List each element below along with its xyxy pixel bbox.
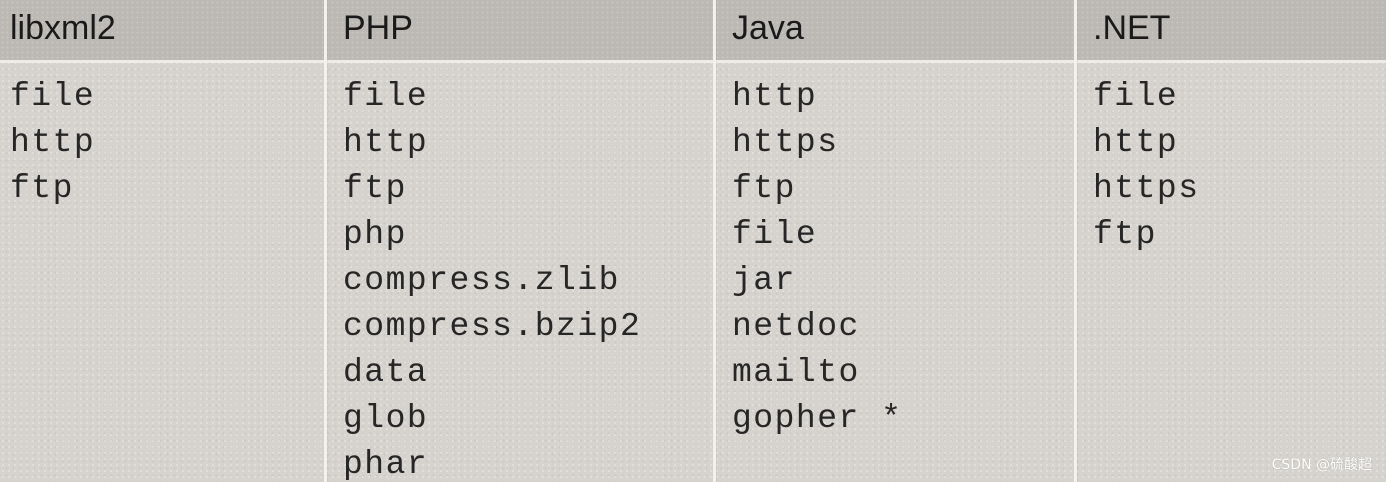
column-java: Java http https ftp file jar netdoc mail…: [715, 0, 1076, 482]
list-item: file: [10, 78, 96, 115]
column-header: PHP: [343, 9, 413, 47]
column-divider: [324, 0, 327, 482]
list-item: http: [343, 124, 429, 161]
column-header: libxml2: [10, 9, 116, 47]
csdn-watermark: CSDN @硫酸超: [1271, 457, 1372, 473]
protocol-list: http https ftp file jar netdoc mailto go…: [732, 74, 902, 442]
list-item: glob: [343, 400, 429, 437]
column-php: PHP file http ftp php compress.zlib comp…: [326, 0, 715, 482]
column-header: Java: [732, 9, 804, 47]
protocol-list: file http https ftp: [1093, 74, 1200, 258]
list-item: compress.bzip2: [343, 308, 642, 345]
protocol-list: file http ftp: [10, 74, 95, 212]
list-item: https: [1093, 170, 1200, 207]
list-item: jar: [732, 262, 796, 299]
list-item: http: [732, 78, 818, 115]
protocol-support-table: libxml2 file http ftp PHP file http ftp …: [0, 0, 1386, 482]
list-item: ftp: [1093, 216, 1157, 253]
list-item: http: [1093, 124, 1179, 161]
column-dotnet: .NET file http https ftp: [1076, 0, 1386, 482]
column-header: .NET: [1093, 9, 1171, 47]
list-item: ftp: [732, 170, 796, 207]
list-item: ftp: [343, 170, 407, 207]
list-item: file: [343, 78, 429, 115]
column-divider: [1074, 0, 1077, 482]
protocol-list: file http ftp php compress.zlib compress…: [343, 74, 641, 482]
list-item: mailto: [732, 354, 860, 391]
column-divider: [713, 0, 716, 482]
list-item: netdoc: [732, 308, 860, 345]
list-item: compress.zlib: [343, 262, 620, 299]
list-item: file: [732, 216, 818, 253]
list-item: file: [1093, 78, 1179, 115]
list-item: https: [732, 124, 839, 161]
list-item: phar: [343, 446, 429, 482]
column-libxml2: libxml2 file http ftp: [0, 0, 326, 482]
list-item: gopher *: [732, 400, 903, 437]
list-item: ftp: [10, 170, 74, 207]
list-item: data: [343, 354, 429, 391]
list-item: http: [10, 124, 96, 161]
list-item: php: [343, 216, 407, 253]
